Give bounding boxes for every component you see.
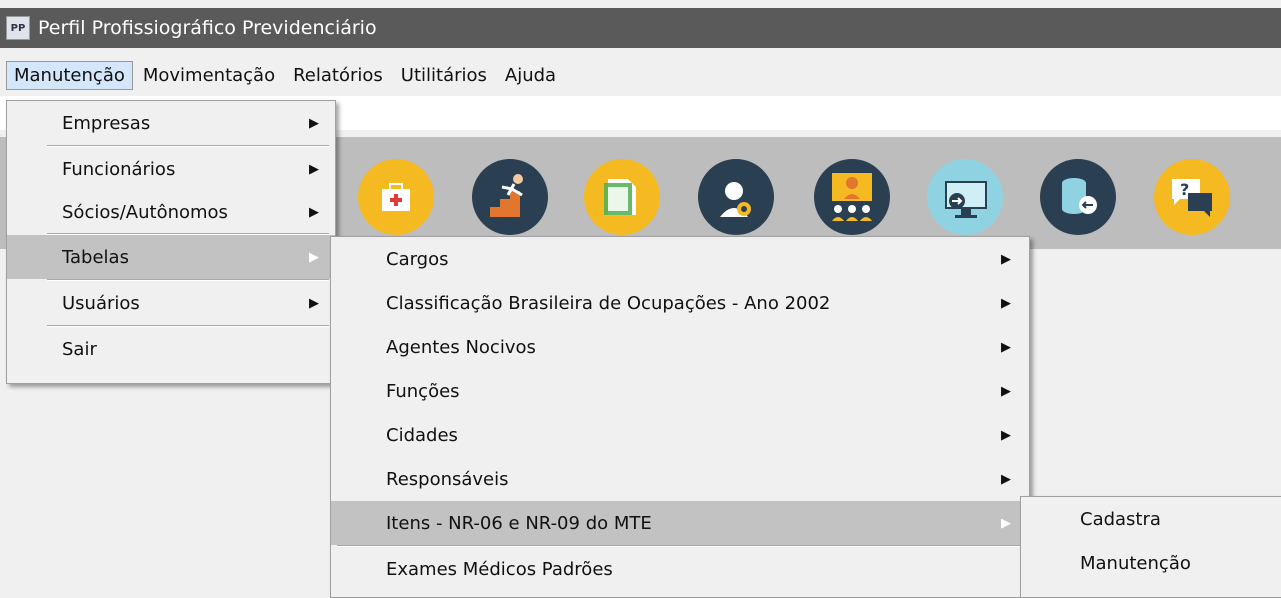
menu-item-responsaveis[interactable]: Responsáveis ▶ (331, 457, 1029, 501)
menu-item-label: Funcionários (62, 158, 176, 180)
menu-bar: Manutenção Movimentação Relatórios Utili… (0, 58, 1281, 92)
menu-item-funcionarios[interactable]: Funcionários ▶ (7, 147, 335, 191)
presentation-audience-icon[interactable] (814, 159, 890, 235)
menu-relatorios[interactable]: Relatórios (285, 61, 391, 90)
monitor-arrow-icon[interactable] (927, 159, 1003, 235)
submenu-arrow-icon: ▶ (1001, 515, 1011, 531)
menu-item-tabelas[interactable]: Tabelas ▶ (7, 235, 335, 279)
app-icon: PP (6, 16, 30, 40)
menu-item-label: Usuários (62, 292, 140, 314)
document-page-icon[interactable] (584, 159, 660, 235)
menu-item-exames-medicos-padroes[interactable]: Exames Médicos Padrões (331, 547, 1029, 591)
menu-utilitarios[interactable]: Utilitários (393, 61, 495, 90)
menu-item-agentes-nocivos[interactable]: Agentes Nocivos ▶ (331, 325, 1029, 369)
menu-item-label: Empresas (62, 112, 151, 134)
menu-item-label: Tabelas (62, 246, 129, 268)
menu-item-cargos[interactable]: Cargos ▶ (331, 237, 1029, 281)
help-chat-icon[interactable]: ? (1154, 159, 1230, 235)
menu-manutencao[interactable]: Manutenção (6, 60, 133, 90)
person-falling-stairs-icon[interactable] (472, 159, 548, 235)
menu-item-empresas[interactable]: Empresas ▶ (7, 101, 335, 145)
menu-item-cbo-2002[interactable]: Classificação Brasileira de Ocupações - … (331, 281, 1029, 325)
menu-item-funcoes[interactable]: Funções ▶ (331, 369, 1029, 413)
submenu-arrow-icon: ▶ (1001, 251, 1011, 267)
menu-ajuda[interactable]: Ajuda (497, 61, 564, 90)
menu-item-label: Sócios/Autônomos (62, 201, 228, 223)
svg-text:?: ? (1180, 180, 1189, 199)
menu-item-label: Agentes Nocivos (386, 336, 536, 358)
menu-item-label: Cadastra (1080, 508, 1161, 530)
menu-item-cidades[interactable]: Cidades ▶ (331, 413, 1029, 457)
window-title: Perfil Profissiográfico Previdenciário (38, 17, 377, 39)
submenu-arrow-icon: ▶ (1001, 295, 1011, 311)
submenu-arrow-icon: ▶ (309, 295, 319, 311)
submenu-arrow-icon: ▶ (309, 161, 319, 177)
menu-item-label: Cidades (386, 424, 458, 446)
menu-item-label: Funções (386, 380, 460, 402)
database-arrow-icon[interactable] (1040, 159, 1116, 235)
menu-item-itens-nr06-nr09[interactable]: Itens - NR-06 e NR-09 do MTE ▶ (331, 501, 1029, 545)
menu-item-label: Cargos (386, 248, 449, 270)
submenu-arrow-icon: ▶ (309, 115, 319, 131)
tabelas-submenu: Cargos ▶ Classificação Brasileira de Ocu… (330, 236, 1030, 598)
first-aid-kit-icon[interactable] (358, 159, 434, 235)
title-bar: PP Perfil Profissiográfico Previdenciári… (0, 8, 1281, 48)
submenu-arrow-icon: ▶ (309, 249, 319, 265)
itens-submenu: Cadastra Manutenção (1020, 496, 1281, 598)
support-agent-gear-icon[interactable] (698, 159, 774, 235)
menu-item-label: Itens - NR-06 e NR-09 do MTE (386, 512, 652, 534)
menu-item-usuarios[interactable]: Usuários ▶ (7, 281, 335, 325)
menu-item-manutencao[interactable]: Manutenção (1021, 541, 1281, 585)
menu-item-label: Responsáveis (386, 468, 509, 490)
menu-item-label: Classificação Brasileira de Ocupações - … (386, 292, 831, 314)
manutencao-dropdown: Empresas ▶ Funcionários ▶ Sócios/Autônom… (6, 100, 336, 384)
menu-item-socios-autonomos[interactable]: Sócios/Autônomos ▶ (7, 191, 335, 233)
submenu-arrow-icon: ▶ (1001, 383, 1011, 399)
menu-movimentacao[interactable]: Movimentação (135, 61, 283, 90)
submenu-arrow-icon: ▶ (1001, 339, 1011, 355)
menu-item-label: Exames Médicos Padrões (386, 558, 613, 580)
menu-item-label: Sair (62, 338, 97, 360)
submenu-arrow-icon: ▶ (1001, 427, 1011, 443)
menu-item-sair[interactable]: Sair (7, 327, 335, 371)
submenu-arrow-icon: ▶ (1001, 471, 1011, 487)
menu-item-cadastra[interactable]: Cadastra (1021, 497, 1281, 541)
menu-item-label: Manutenção (1080, 552, 1191, 574)
submenu-arrow-icon: ▶ (309, 204, 319, 220)
